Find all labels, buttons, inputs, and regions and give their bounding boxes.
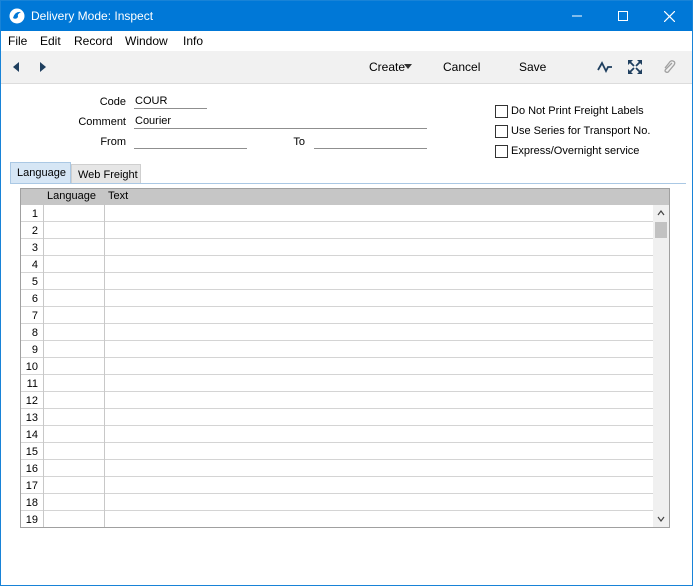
table-row[interactable]: 13 bbox=[21, 409, 653, 426]
tab-web-freight[interactable]: Web Freight bbox=[71, 164, 141, 183]
menu-info[interactable]: Info bbox=[183, 34, 203, 48]
paperclip-icon[interactable] bbox=[661, 59, 677, 75]
menu-file[interactable]: File bbox=[8, 34, 27, 48]
table-row[interactable]: 4 bbox=[21, 256, 653, 273]
table-row[interactable]: 3 bbox=[21, 239, 653, 256]
table-row[interactable]: 7 bbox=[21, 307, 653, 324]
vertical-scrollbar[interactable] bbox=[653, 205, 669, 527]
previous-record-icon[interactable] bbox=[9, 59, 25, 75]
row-number: 16 bbox=[25, 463, 38, 475]
row-number: 3 bbox=[31, 242, 38, 254]
use-series-for-transport-label: Use Series for Transport No. bbox=[511, 125, 651, 137]
toolbar: Create Cancel Save bbox=[1, 51, 692, 84]
table-row[interactable]: 14 bbox=[21, 426, 653, 443]
menu-bar: File Edit Record Window Info bbox=[1, 31, 692, 51]
table-row[interactable]: 17 bbox=[21, 477, 653, 494]
minimize-icon bbox=[572, 15, 582, 17]
comment-field[interactable]: Courier bbox=[134, 115, 427, 129]
cancel-button[interactable]: Cancel bbox=[443, 60, 480, 74]
table-row[interactable]: 12 bbox=[21, 392, 653, 409]
do-not-print-freight-labels-label: Do Not Print Freight Labels bbox=[511, 105, 644, 117]
close-button[interactable] bbox=[646, 1, 692, 31]
row-number: 8 bbox=[31, 327, 38, 339]
row-number: 17 bbox=[25, 480, 38, 492]
scroll-up-button[interactable] bbox=[653, 205, 669, 221]
do-not-print-freight-labels-checkbox[interactable] bbox=[495, 105, 508, 118]
table-row[interactable]: 18 bbox=[21, 494, 653, 511]
table-row[interactable]: 1 bbox=[21, 205, 653, 222]
row-number: 15 bbox=[25, 446, 38, 458]
grid-header: Language Text bbox=[21, 189, 669, 205]
code-label: Code bbox=[99, 96, 126, 108]
row-number: 5 bbox=[31, 276, 38, 288]
create-button[interactable]: Create bbox=[369, 60, 405, 74]
app-logo-icon bbox=[9, 8, 25, 24]
table-row[interactable]: 11 bbox=[21, 375, 653, 392]
to-label: To bbox=[293, 136, 305, 148]
menu-window[interactable]: Window bbox=[125, 34, 168, 48]
chevron-down-icon bbox=[657, 516, 665, 522]
scroll-thumb[interactable] bbox=[655, 222, 667, 238]
scroll-down-button[interactable] bbox=[653, 511, 669, 527]
tab-divider bbox=[10, 183, 686, 184]
row-number: 12 bbox=[25, 395, 38, 407]
column-divider bbox=[104, 205, 105, 527]
close-icon bbox=[663, 10, 675, 22]
next-record-icon[interactable] bbox=[34, 59, 50, 75]
minimize-button[interactable] bbox=[554, 1, 600, 31]
table-row[interactable]: 8 bbox=[21, 324, 653, 341]
row-number: 4 bbox=[31, 259, 38, 271]
row-number: 9 bbox=[31, 344, 38, 356]
window-title: Delivery Mode: Inspect bbox=[31, 9, 154, 23]
row-number: 7 bbox=[31, 310, 38, 322]
express-overnight-checkbox[interactable] bbox=[495, 145, 508, 158]
row-number: 14 bbox=[25, 429, 38, 441]
row-number: 18 bbox=[25, 497, 38, 509]
express-overnight-label: Express/Overnight service bbox=[511, 145, 640, 157]
from-label: From bbox=[100, 136, 126, 148]
comment-label: Comment bbox=[78, 116, 126, 128]
from-field[interactable] bbox=[134, 135, 247, 149]
table-row[interactable]: 6 bbox=[21, 290, 653, 307]
table-row[interactable]: 9 bbox=[21, 341, 653, 358]
language-text-grid[interactable]: Language Text 1 2 3 4 5 6 7 8 9 10 11 12 13 14 15 16 17 1… bbox=[20, 188, 670, 528]
row-number: 2 bbox=[31, 225, 38, 237]
code-field[interactable]: COUR bbox=[134, 95, 207, 109]
save-button[interactable]: Save bbox=[519, 60, 546, 74]
table-row[interactable]: 10 bbox=[21, 358, 653, 375]
title-bar[interactable]: Delivery Mode: Inspect bbox=[1, 1, 692, 31]
row-number: 19 bbox=[25, 514, 38, 526]
expand-icon[interactable] bbox=[627, 59, 643, 75]
menu-record[interactable]: Record bbox=[74, 34, 113, 48]
use-series-for-transport-checkbox[interactable] bbox=[495, 125, 508, 138]
chevron-down-icon[interactable] bbox=[403, 61, 413, 71]
table-row[interactable]: 2 bbox=[21, 222, 653, 239]
column-header-language: Language bbox=[47, 190, 96, 202]
column-divider bbox=[43, 205, 44, 527]
tab-language[interactable]: Language bbox=[10, 162, 71, 183]
row-number: 6 bbox=[31, 293, 38, 305]
maximize-button[interactable] bbox=[600, 1, 646, 31]
activity-icon[interactable] bbox=[597, 59, 613, 75]
row-number: 13 bbox=[25, 412, 38, 424]
table-row[interactable]: 15 bbox=[21, 443, 653, 460]
delivery-mode-window: Delivery Mode: Inspect File Edit Record … bbox=[0, 0, 693, 586]
row-number: 1 bbox=[31, 208, 38, 220]
maximize-icon bbox=[618, 11, 628, 21]
table-row[interactable]: 19 bbox=[21, 511, 653, 527]
row-number: 10 bbox=[25, 361, 38, 373]
column-header-text: Text bbox=[108, 190, 129, 202]
row-number: 11 bbox=[26, 378, 38, 390]
table-row[interactable]: 5 bbox=[21, 273, 653, 290]
table-row[interactable]: 16 bbox=[21, 460, 653, 477]
chevron-up-icon bbox=[657, 210, 665, 216]
menu-edit[interactable]: Edit bbox=[40, 34, 61, 48]
to-field[interactable] bbox=[314, 135, 427, 149]
